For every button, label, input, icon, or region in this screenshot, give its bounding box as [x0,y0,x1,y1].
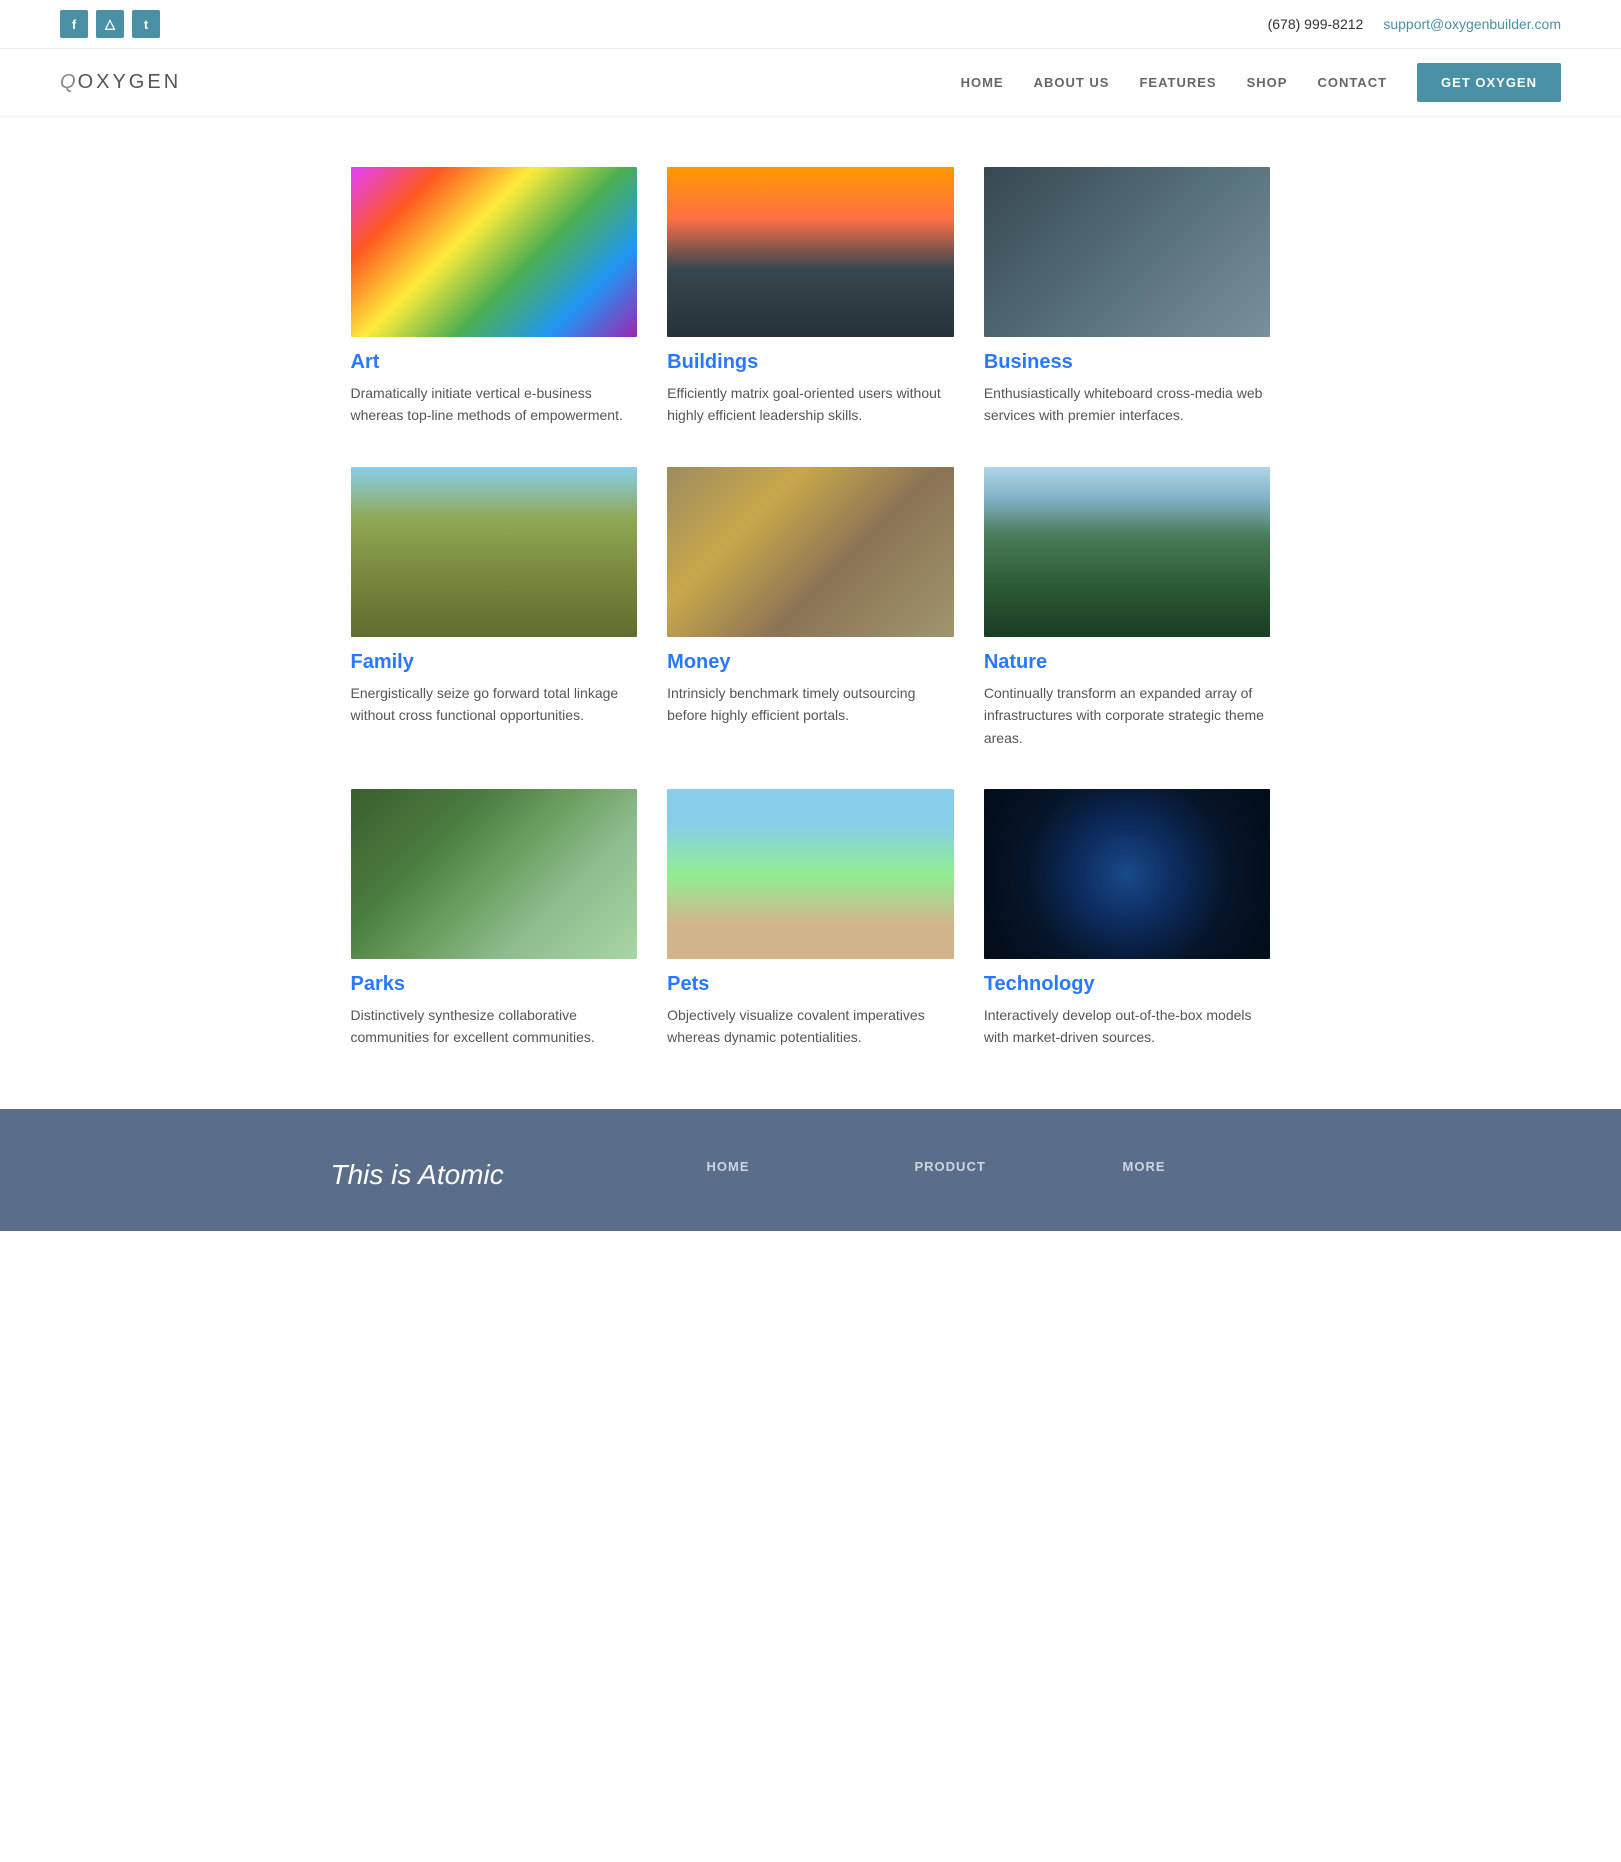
main-nav: HOME ABOUT US FEATURES SHOP CONTACT GET … [961,63,1561,102]
desc-business: Enthusiastically whiteboard cross-media … [984,382,1271,427]
phone-number: (678) 999-8212 [1268,16,1364,32]
nav-contact[interactable]: CONTACT [1317,75,1387,90]
title-buildings: Buildings [667,351,954,374]
footer-col-home: HOME [707,1159,875,1191]
grid-item-technology: Technology Interactively develop out-of-… [984,789,1271,1049]
desc-nature: Continually transform an expanded array … [984,682,1271,749]
title-nature: Nature [984,651,1271,674]
desc-parks: Distinctively synthesize collaborative c… [351,1004,638,1049]
grid-item-pets: Pets Objectively visualize covalent impe… [667,789,954,1049]
title-family: Family [351,651,638,674]
image-parks [351,789,638,959]
items-grid: Art Dramatically initiate vertical e-bus… [351,167,1271,1049]
grid-item-money: Money Intrinsicly benchmark timely outso… [667,467,954,749]
footer-brand: This is Atomic [331,1159,667,1191]
title-technology: Technology [984,973,1271,996]
grid-item-nature: Nature Continually transform an expanded… [984,467,1271,749]
footer-col-more: MORE [1123,1159,1291,1191]
instagram-icon[interactable]: △ [96,10,124,38]
logo: QOXYGEN [60,71,181,94]
twitter-icon[interactable]: t [132,10,160,38]
footer-col-more-title: MORE [1123,1159,1291,1174]
main-content: Art Dramatically initiate vertical e-bus… [331,117,1291,1109]
footer-col-product: PRODUCT [915,1159,1083,1191]
nav-about[interactable]: ABOUT US [1034,75,1110,90]
image-buildings [667,167,954,337]
desc-money: Intrinsicly benchmark timely outsourcing… [667,682,954,727]
social-icons: f △ t [60,10,160,38]
desc-buildings: Efficiently matrix goal-oriented users w… [667,382,954,427]
get-oxygen-button[interactable]: GET OXYGEN [1417,63,1561,102]
footer-brand-col: This is Atomic [331,1159,667,1191]
facebook-icon[interactable]: f [60,10,88,38]
nav-home[interactable]: HOME [961,75,1004,90]
title-pets: Pets [667,973,954,996]
image-money [667,467,954,637]
desc-art: Dramatically initiate vertical e-busines… [351,382,638,427]
grid-item-buildings: Buildings Efficiently matrix goal-orient… [667,167,954,427]
grid-item-art: Art Dramatically initiate vertical e-bus… [351,167,638,427]
footer-col-home-title: HOME [707,1159,875,1174]
title-art: Art [351,351,638,374]
top-bar: f △ t (678) 999-8212 support@oxygenbuild… [0,0,1621,49]
header: QOXYGEN HOME ABOUT US FEATURES SHOP CONT… [0,49,1621,117]
image-family [351,467,638,637]
image-pets [667,789,954,959]
grid-item-business: Business Enthusiastically whiteboard cro… [984,167,1271,427]
image-art [351,167,638,337]
footer-grid: This is Atomic HOME PRODUCT MORE [331,1159,1291,1191]
image-business [984,167,1271,337]
desc-technology: Interactively develop out-of-the-box mod… [984,1004,1271,1049]
desc-family: Energistically seize go forward total li… [351,682,638,727]
contact-info: (678) 999-8212 support@oxygenbuilder.com [1268,16,1561,32]
title-parks: Parks [351,973,638,996]
grid-item-parks: Parks Distinctively synthesize collabora… [351,789,638,1049]
nav-features[interactable]: FEATURES [1139,75,1216,90]
image-nature [984,467,1271,637]
grid-item-family: Family Energistically seize go forward t… [351,467,638,749]
nav-shop[interactable]: SHOP [1247,75,1288,90]
footer: This is Atomic HOME PRODUCT MORE [0,1109,1621,1231]
desc-pets: Objectively visualize covalent imperativ… [667,1004,954,1049]
title-business: Business [984,351,1271,374]
image-technology [984,789,1271,959]
email-address[interactable]: support@oxygenbuilder.com [1383,16,1561,32]
footer-col-product-title: PRODUCT [915,1159,1083,1174]
title-money: Money [667,651,954,674]
